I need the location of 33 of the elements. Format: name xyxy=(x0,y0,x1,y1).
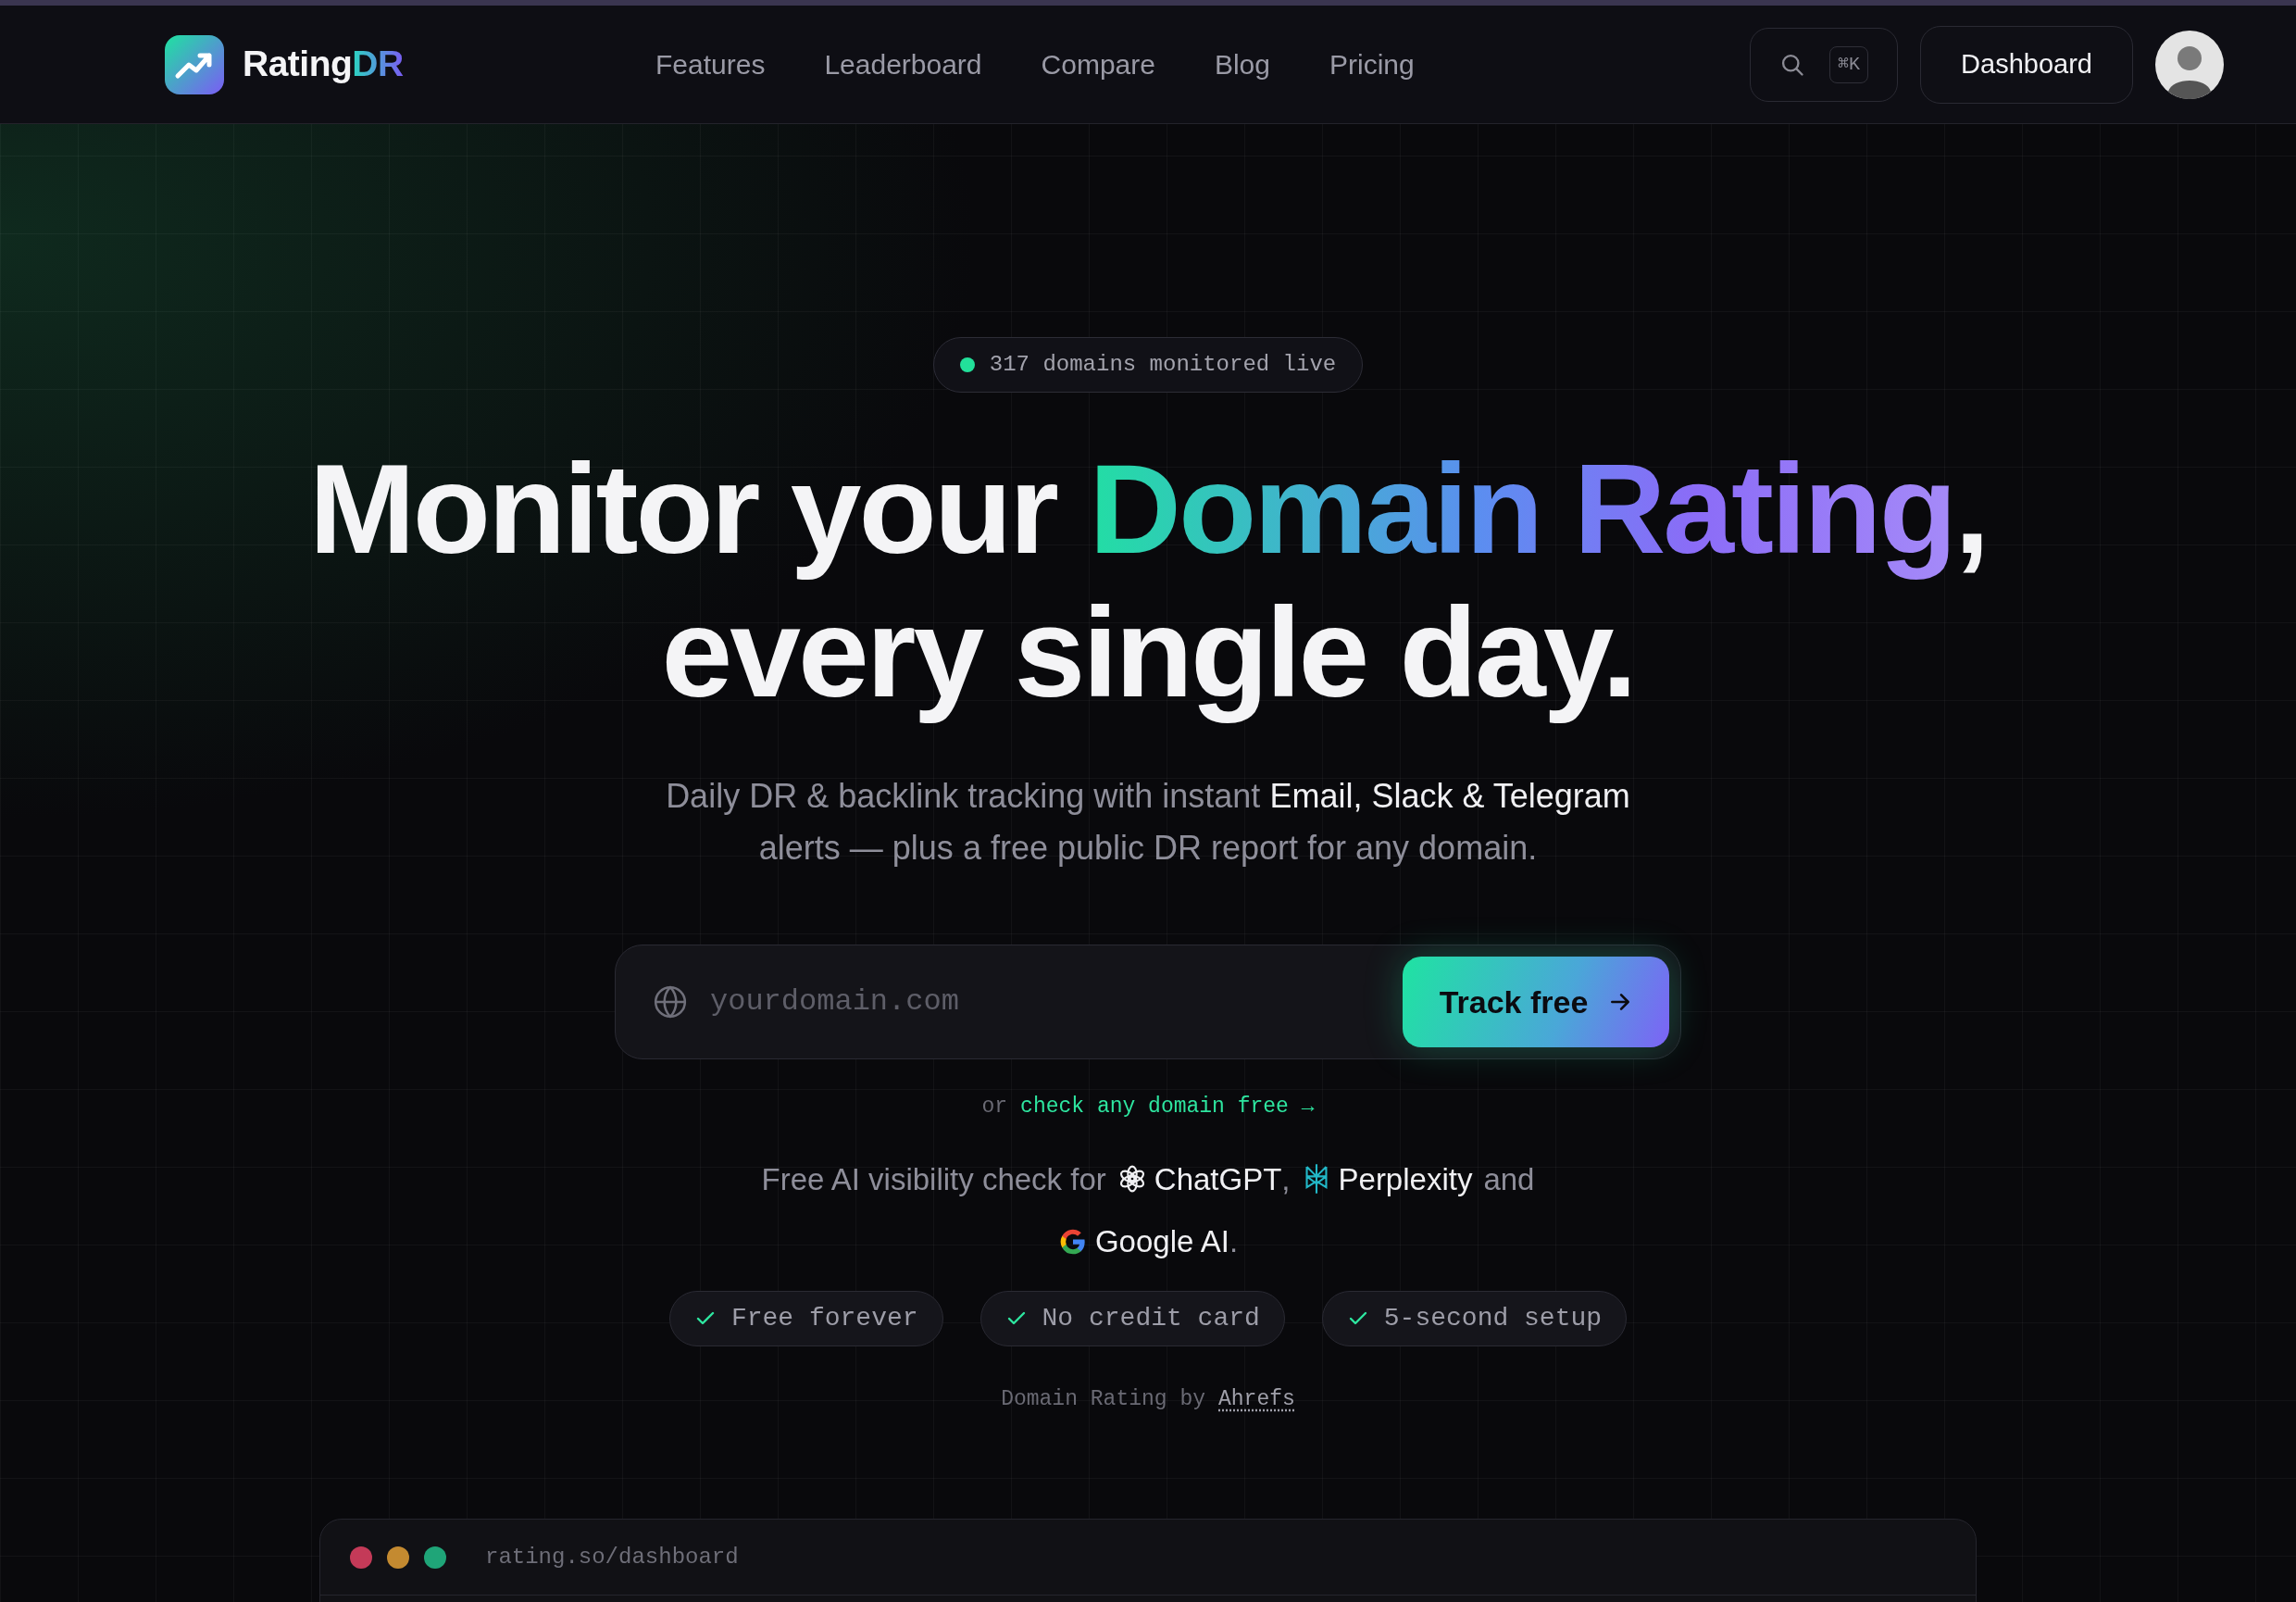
nav-link[interactable]: Blog xyxy=(1214,44,1270,85)
subtitle-line: alerts — plus a free public DR report for any domain. xyxy=(758,828,1538,869)
track-free-button[interactable]: Track free xyxy=(1403,957,1669,1047)
feature-chip: 5-second setup xyxy=(1321,1290,1628,1346)
avatar[interactable] xyxy=(2155,30,2224,99)
feature-chip: Free forever xyxy=(668,1290,943,1346)
dashboard-button[interactable]: Dashboard xyxy=(1920,25,2133,104)
subtitle-line: Daily DR & backlink tracking with instant Email, Slack & Telegram xyxy=(666,776,1630,817)
brand-name: Google AI xyxy=(1094,1223,1229,1260)
feature-chip: No credit card xyxy=(980,1290,1285,1346)
ai-check-text: , xyxy=(1281,1160,1291,1198)
globe-icon xyxy=(653,984,688,1020)
logo-text[interactable]: RatingDR xyxy=(243,37,404,92)
ahrefs-link[interactable]: Ahrefs xyxy=(1218,1383,1295,1415)
headline-line: every single day. xyxy=(661,581,1635,724)
search-button[interactable]: ⌘K xyxy=(1750,27,1898,102)
nav-link[interactable]: Leaderboard xyxy=(824,44,982,85)
domain-input-field[interactable]: yourdomain.com Track free xyxy=(615,945,1681,1059)
ai-check-text: . xyxy=(1229,1223,1239,1260)
ai-check-text: Free AI visibility check for xyxy=(761,1160,1106,1198)
brand-name: ChatGPT xyxy=(1154,1160,1282,1198)
nav-link[interactable]: Compare xyxy=(1041,44,1155,85)
nav-link[interactable]: Features xyxy=(655,44,766,85)
brand-name: Perplexity xyxy=(1338,1160,1473,1198)
shortcut-key: ⌘K xyxy=(1828,45,1868,83)
check-domain-link[interactable]: check any domain free → xyxy=(1020,1091,1315,1123)
badge-text: 317 domains monitored live xyxy=(989,351,1337,379)
nav-link[interactable]: Pricing xyxy=(1329,44,1415,85)
ai-check-text: and xyxy=(1483,1160,1535,1198)
credit-text: Domain Rating by xyxy=(1001,1385,1205,1413)
url-text: rating.so/dashboard xyxy=(485,1543,739,1571)
or-text: or xyxy=(981,1094,1008,1120)
logo-icon[interactable] xyxy=(165,34,224,94)
